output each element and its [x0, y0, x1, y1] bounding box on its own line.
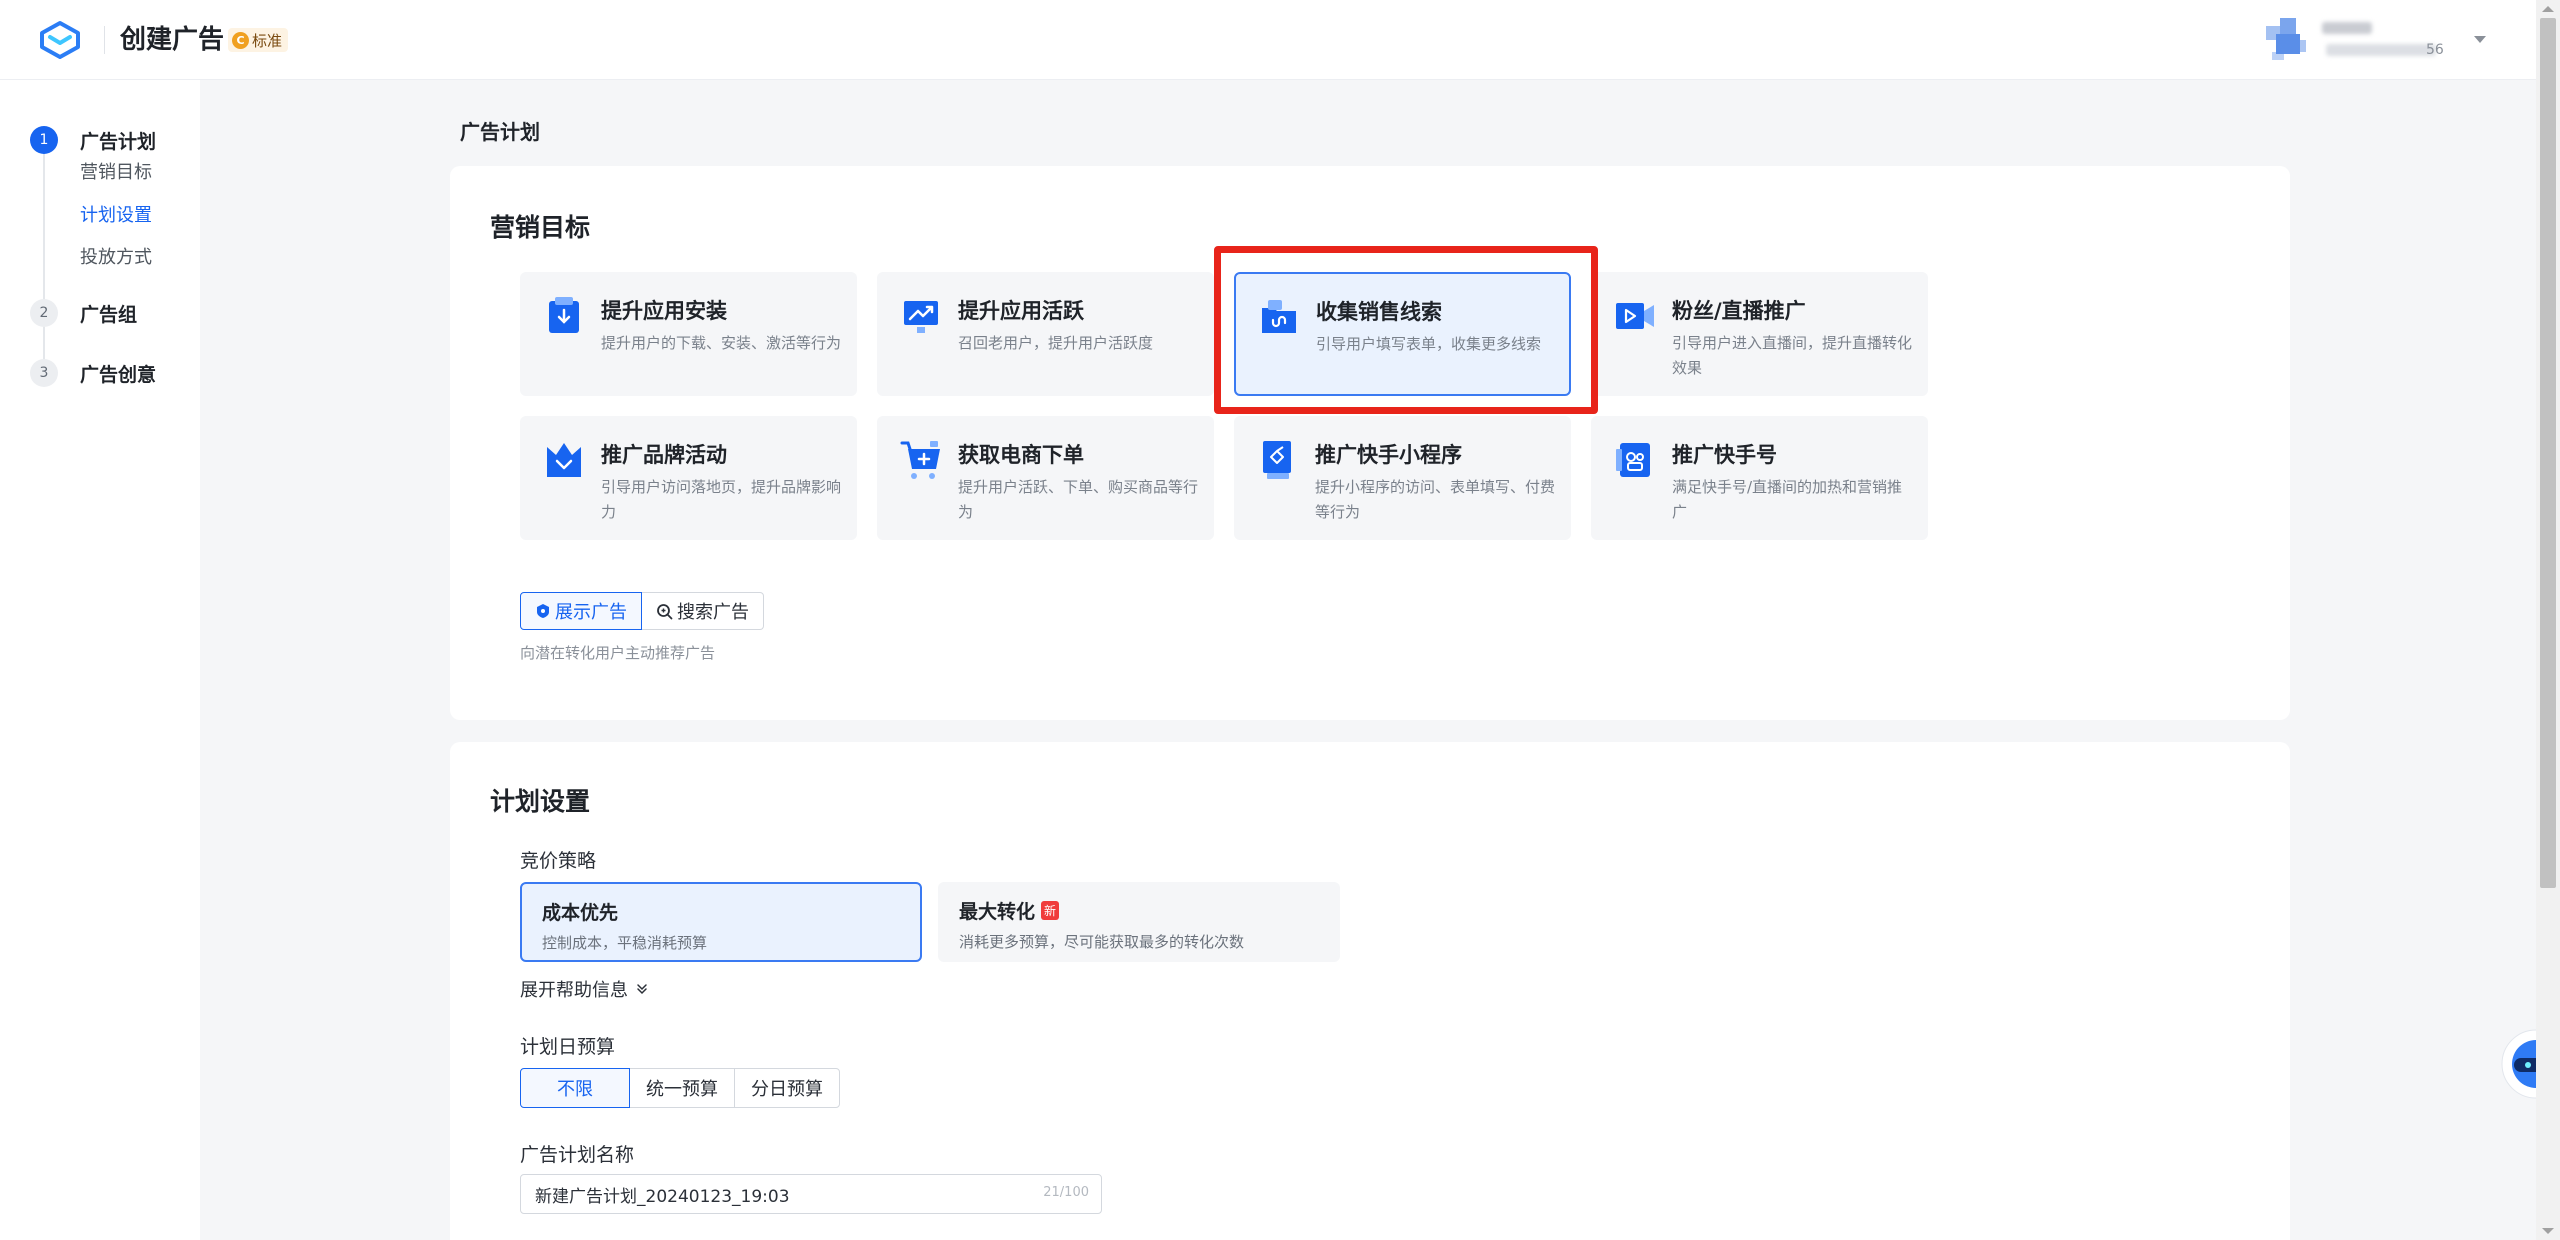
substep-delivery-method[interactable]: 投放方式 — [80, 243, 152, 269]
goal-title: 提升应用安装 — [601, 299, 727, 323]
step-number: 1 — [30, 126, 58, 154]
goal-desc: 提升用户的下载、安装、激活等行为 — [601, 334, 842, 352]
ad-type-hint: 向潜在转化用户主动推荐广告 — [520, 644, 716, 662]
plan-settings-card: 计划设置 — [450, 742, 2290, 1240]
step-label: 广告计划 — [80, 130, 157, 153]
section-title-plan: 计划设置 — [490, 787, 591, 816]
daily-budget-label: 计划日预算 — [520, 1036, 616, 1058]
goal-desc: 引导用户访问落地页，提升品牌影响力 — [601, 478, 842, 521]
ad-type-label: 搜索广告 — [677, 602, 749, 623]
bid-option-max-conversion[interactable]: 最大转化 新 消耗更多预算，尽可能获取最多的转化次数 — [938, 882, 1340, 962]
goal-desc: 满足快手号/直播间的加热和营销推广 — [1672, 478, 1903, 521]
step-number: 2 — [30, 299, 58, 327]
goal-desc: 提升用户活跃、下单、购买商品等行为 — [958, 478, 1199, 521]
bid-option-desc: 控制成本，平稳消耗预算 — [542, 934, 708, 952]
display-ad-icon — [537, 604, 549, 618]
expand-help-toggle[interactable]: 展开帮助信息 — [520, 976, 648, 1002]
edition-badge-label: 标准 — [252, 31, 283, 50]
bid-strategy-label: 竞价策略 — [520, 850, 597, 872]
scroll-down-arrow-icon[interactable] — [2542, 1228, 2554, 1234]
top-header: 创建广告 C 标准 56 — [0, 0, 2536, 80]
trend-chart-icon — [904, 301, 938, 333]
brand-logo-icon[interactable] — [38, 20, 82, 60]
goal-title: 获取电商下单 — [958, 443, 1084, 467]
assistant-robot-icon[interactable] — [2500, 1024, 2536, 1120]
user-account-menu[interactable]: 56 — [2266, 16, 2496, 64]
shopping-cart-icon — [900, 441, 940, 479]
ad-type-toggle: 展示广告 搜索广告 — [520, 592, 764, 630]
chevron-down-icon[interactable] — [2474, 36, 2486, 43]
search-icon — [657, 603, 673, 619]
plan-name-char-count: 21/100 — [1043, 1185, 1089, 1200]
substep-marketing-goal[interactable]: 营销目标 — [80, 158, 152, 184]
budget-unlimited-button[interactable]: 不限 — [520, 1068, 630, 1108]
plan-name-input[interactable] — [521, 1175, 1021, 1213]
bid-option-title: 最大转化 新 — [959, 897, 1060, 924]
plan-name-field: 21/100 — [520, 1174, 1102, 1214]
step-label: 广告组 — [80, 303, 138, 326]
budget-per-day-button[interactable]: 分日预算 — [734, 1068, 840, 1108]
substep-plan-settings[interactable]: 计划设置 — [80, 201, 152, 227]
section-title-marketing: 营销目标 — [490, 213, 591, 242]
goal-app-install[interactable]: 提升应用安装 提升用户的下载、安装、激活等行为 — [520, 272, 857, 396]
bid-option-cost-priority[interactable]: 成本优先 控制成本，平稳消耗预算 — [520, 882, 922, 962]
step-ad-plan[interactable]: 1 广告计划 — [30, 125, 156, 155]
step-ad-group[interactable]: 2 广告组 — [30, 298, 137, 328]
page-title: 广告计划 — [460, 120, 540, 144]
goal-title: 推广快手小程序 — [1315, 443, 1462, 467]
goal-title: 推广品牌活动 — [601, 443, 727, 467]
ad-type-label: 展示广告 — [555, 602, 627, 623]
bid-option-title: 成本优先 — [542, 898, 618, 925]
goal-fans-live[interactable]: 粉丝/直播推广 引导用户进入直播间，提升直播转化效果 — [1591, 272, 1928, 396]
highlight-annotation-box — [1214, 246, 1598, 414]
video-play-icon — [1616, 303, 1654, 329]
edition-coin-icon: C — [232, 31, 249, 49]
daily-budget-toggle: 不限 统一预算 分日预算 — [520, 1068, 840, 1108]
scroll-up-arrow-icon[interactable] — [2542, 6, 2554, 12]
step-ad-creative[interactable]: 3 广告创意 — [30, 358, 156, 388]
ad-type-search-button[interactable]: 搜索广告 — [642, 592, 764, 630]
avatar — [2266, 18, 2310, 62]
goal-desc: 召回老用户，提升用户活跃度 — [958, 334, 1154, 352]
plan-name-label: 广告计划名称 — [520, 1144, 635, 1166]
expand-help-label: 展开帮助信息 — [520, 980, 628, 1001]
header-divider — [104, 26, 105, 54]
goal-ecommerce-order[interactable]: 获取电商下单 提升用户活跃、下单、购买商品等行为 — [877, 416, 1214, 540]
goal-kuaishou-account[interactable]: 推广快手号 满足快手号/直播间的加热和营销推广 — [1591, 416, 1928, 540]
steps-sidebar: 1 广告计划 营销目标 计划设置 投放方式 2 广告组 3 广告创意 — [0, 80, 200, 1240]
goal-desc: 引导用户进入直播间，提升直播转化效果 — [1672, 334, 1913, 377]
mini-program-icon — [1263, 441, 1291, 479]
user-id-redacted — [2326, 44, 2436, 56]
user-name-redacted — [2322, 22, 2372, 34]
download-app-icon — [549, 297, 579, 333]
edition-badge: C 标准 — [228, 28, 289, 52]
account-profile-icon — [1616, 443, 1650, 477]
scrollbar-thumb[interactable] — [2540, 18, 2556, 888]
step-label: 广告创意 — [80, 363, 157, 386]
goal-brand-campaign[interactable]: 推广品牌活动 引导用户访问落地页，提升品牌影响力 — [520, 416, 857, 540]
steps-connector — [43, 140, 45, 380]
crown-icon — [547, 443, 581, 477]
goal-title: 提升应用活跃 — [958, 299, 1084, 323]
double-chevron-down-icon — [637, 984, 647, 995]
goal-title: 推广快手号 — [1672, 443, 1777, 467]
page-header-title: 创建广告 — [120, 25, 225, 55]
goal-app-active[interactable]: 提升应用活跃 召回老用户，提升用户活跃度 — [877, 272, 1214, 396]
step-number: 3 — [30, 359, 58, 387]
bid-option-title-text: 最大转化 — [959, 901, 1036, 923]
goal-mini-program[interactable]: 推广快手小程序 提升小程序的访问、表单填写、付费等行为 — [1234, 416, 1571, 540]
new-badge: 新 — [1041, 901, 1060, 920]
bid-option-desc: 消耗更多预算，尽可能获取最多的转化次数 — [959, 933, 1245, 951]
goal-desc: 提升小程序的访问、表单填写、付费等行为 — [1315, 478, 1556, 521]
bid-option-title-text: 成本优先 — [542, 902, 619, 924]
user-id-tail: 56 — [2426, 42, 2444, 58]
budget-unified-button[interactable]: 统一预算 — [629, 1068, 735, 1108]
ad-type-display-button[interactable]: 展示广告 — [520, 592, 642, 630]
goal-title: 粉丝/直播推广 — [1672, 299, 1806, 323]
